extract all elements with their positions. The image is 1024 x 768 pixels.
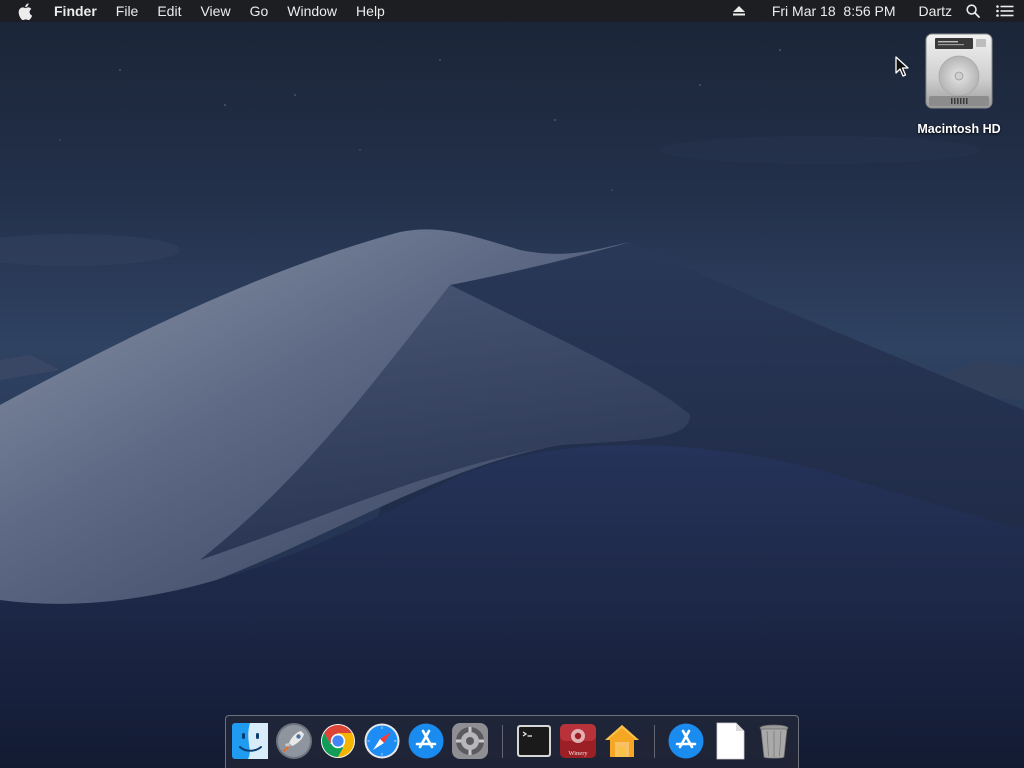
dock-separator — [654, 725, 655, 758]
launchpad-icon — [276, 723, 312, 759]
apple-logo-icon[interactable] — [18, 2, 34, 20]
menu-file[interactable]: File — [116, 0, 139, 22]
document-icon — [716, 722, 745, 760]
menu-window[interactable]: Window — [287, 0, 337, 22]
home-icon — [605, 725, 639, 757]
winery-icon: Winery — [560, 724, 596, 758]
dock-item-app-store-stack[interactable] — [667, 722, 705, 760]
dock-item-app-store[interactable] — [407, 722, 445, 760]
dock-item-trash[interactable] — [755, 722, 793, 760]
system-preferences-icon — [452, 723, 488, 759]
dock: Winery — [225, 715, 799, 768]
menubar-clock[interactable]: Fri Mar 18 8:56 PM — [772, 0, 896, 22]
wallpaper — [0, 0, 1024, 768]
safari-icon — [364, 723, 400, 759]
menu-help[interactable]: Help — [356, 0, 385, 22]
trash-icon — [759, 724, 789, 759]
chrome-icon — [321, 724, 355, 758]
terminal-icon — [517, 725, 551, 757]
desktop-item-macintosh-hd[interactable]: Macintosh HD — [908, 32, 1010, 136]
dock-item-safari[interactable] — [363, 722, 401, 760]
app-store-icon — [668, 723, 704, 759]
dock-item-google-chrome[interactable] — [319, 722, 357, 760]
winery-icon-label: Winery — [568, 750, 588, 757]
dock-item-launchpad[interactable] — [275, 722, 313, 760]
dock-item-system-preferences[interactable] — [451, 722, 489, 760]
dock-item-winery[interactable]: Winery — [559, 722, 597, 760]
menu-view[interactable]: View — [200, 0, 230, 22]
menu-app-finder[interactable]: Finder — [54, 0, 97, 22]
app-store-icon — [408, 723, 444, 759]
notification-center-icon[interactable] — [996, 5, 1014, 17]
dock-item-document[interactable] — [711, 722, 749, 760]
dock-item-home[interactable] — [603, 722, 641, 760]
menu-go[interactable]: Go — [250, 0, 269, 22]
dock-item-finder[interactable] — [231, 722, 269, 760]
spotlight-search-icon[interactable] — [966, 4, 980, 18]
hard-drive-icon — [921, 32, 997, 112]
menubar-user[interactable]: Dartz — [919, 0, 952, 22]
desktop: Finder File Edit View Go Window Help Fri… — [0, 0, 1024, 768]
dock-item-terminal[interactable] — [515, 722, 553, 760]
desktop-item-label: Macintosh HD — [917, 122, 1001, 136]
finder-icon — [232, 723, 268, 759]
dock-separator — [502, 725, 503, 758]
mouse-cursor-icon — [895, 56, 909, 77]
eject-icon[interactable] — [732, 6, 745, 16]
menu-bar: Finder File Edit View Go Window Help Fri… — [0, 0, 1024, 22]
menu-edit[interactable]: Edit — [157, 0, 181, 22]
